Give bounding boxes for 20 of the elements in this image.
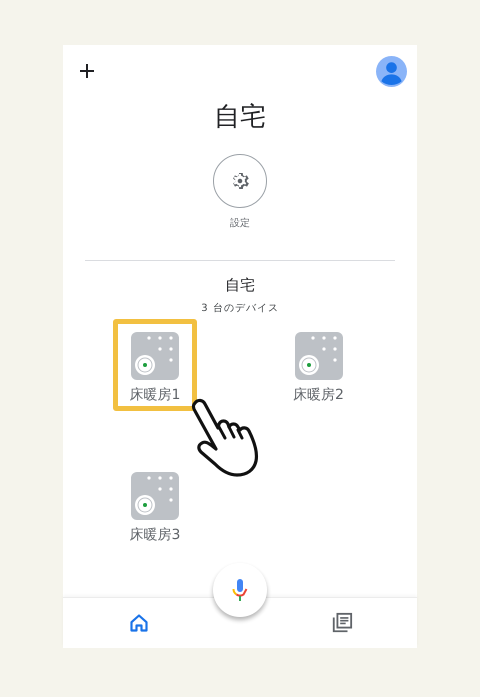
add-icon[interactable] — [79, 63, 95, 79]
device-name: 床暖房1 — [130, 386, 180, 404]
microphone-button[interactable] — [213, 563, 267, 617]
home-title: 自宅 — [213, 101, 267, 134]
avatar-icon[interactable] — [376, 56, 407, 86]
thermostat-icon — [131, 472, 179, 520]
thermostat-icon — [131, 332, 179, 380]
room-name: 自宅 — [224, 276, 256, 295]
device-tile[interactable]: 床暖房1 — [113, 319, 197, 411]
microphone-icon — [232, 579, 248, 601]
settings-label: 設定 — [230, 216, 250, 230]
device-tile[interactable]: 床暖房3 — [113, 459, 197, 551]
home-icon — [129, 613, 149, 633]
thermostat-icon — [294, 332, 342, 380]
device-count: 3 台のデバイス — [200, 302, 280, 315]
document-stack-icon — [331, 612, 353, 634]
device-tile[interactable]: 床暖房2 — [276, 319, 360, 411]
settings-button[interactable] — [213, 154, 267, 208]
device-name: 床暖房2 — [293, 386, 344, 404]
device-name: 床暖房3 — [130, 526, 180, 544]
